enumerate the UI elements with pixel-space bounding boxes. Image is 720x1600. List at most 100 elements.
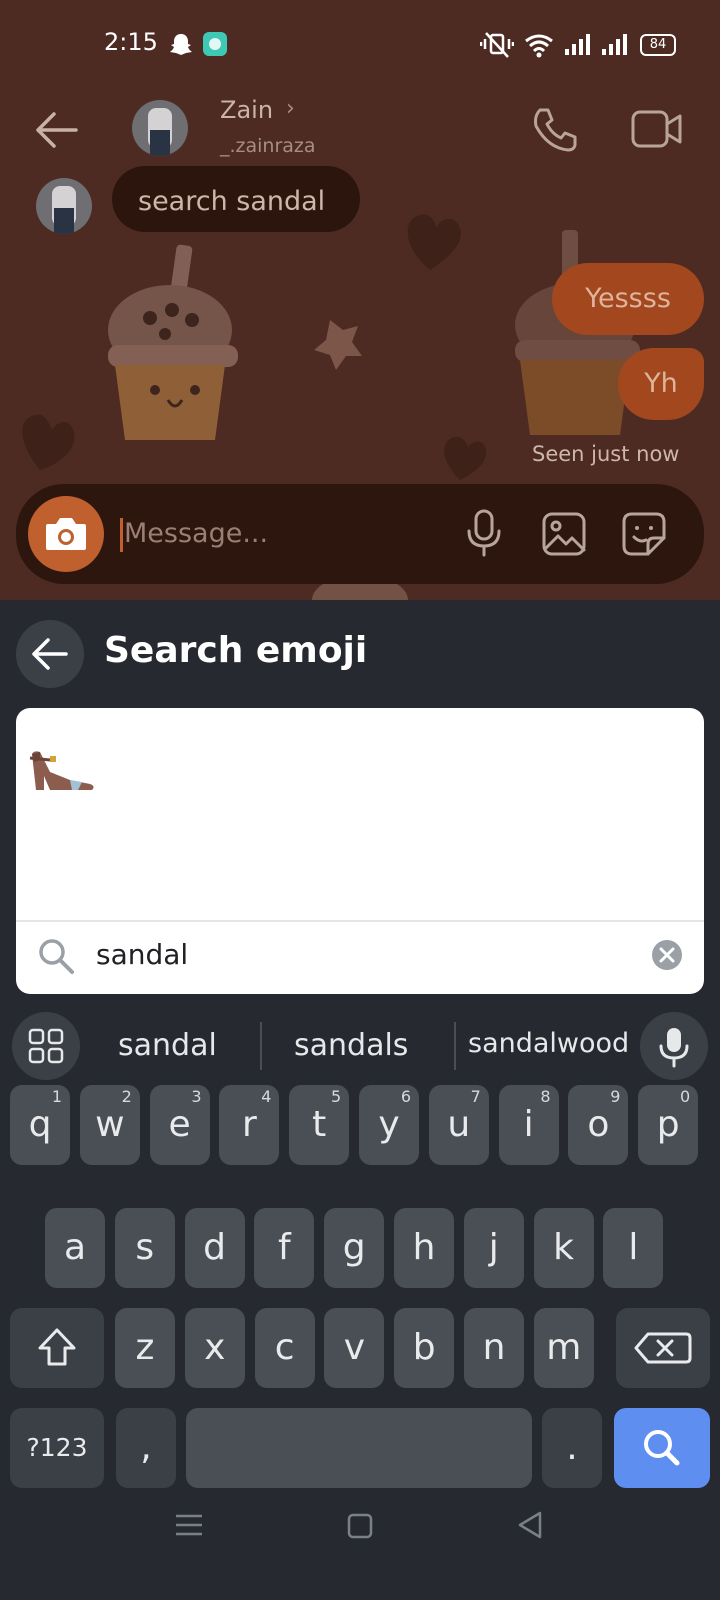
voice-input-button[interactable]	[640, 1012, 708, 1080]
results-divider	[16, 920, 704, 922]
key-label: g	[342, 1227, 366, 1268]
comma-key[interactable]: ,	[116, 1408, 176, 1488]
key-v[interactable]: v	[324, 1308, 385, 1388]
key-hint: 5	[331, 1087, 342, 1106]
emoji-search-back-button[interactable]	[16, 620, 84, 688]
key-label: v	[343, 1327, 366, 1368]
incoming-message-text: search sandal	[138, 186, 326, 217]
outgoing-message-1-text: Yessss	[585, 283, 671, 314]
home-nav-icon[interactable]	[346, 1512, 374, 1540]
contact-name[interactable]: Zain	[220, 96, 273, 124]
key-label: s	[135, 1227, 155, 1268]
key-c[interactable]: c	[254, 1308, 315, 1388]
key-hint: 0	[680, 1087, 691, 1106]
battery-indicator: 84	[640, 34, 676, 56]
key-p[interactable]: 0p	[638, 1085, 699, 1165]
menu-nav-icon[interactable]	[174, 1512, 204, 1538]
key-hint: 2	[121, 1087, 132, 1106]
incoming-message[interactable]: search sandal	[112, 166, 360, 232]
emoji-search-input[interactable]: sandal	[96, 938, 188, 971]
key-label: d	[203, 1227, 227, 1268]
key-n[interactable]: n	[464, 1308, 524, 1388]
clear-search-button[interactable]	[652, 940, 682, 970]
key-w[interactable]: 2w	[79, 1085, 140, 1165]
suggestion-2[interactable]: sandals	[294, 1028, 408, 1063]
key-d[interactable]: d	[184, 1208, 245, 1288]
key-hint: 6	[400, 1087, 411, 1106]
video-call-icon[interactable]	[630, 107, 684, 151]
key-label: z	[135, 1327, 155, 1368]
key-s[interactable]: s	[114, 1208, 175, 1288]
key-z[interactable]: z	[115, 1308, 175, 1388]
key-a[interactable]: a	[45, 1208, 105, 1288]
comma-key-label: ,	[140, 1427, 152, 1468]
period-key-label: .	[566, 1427, 578, 1468]
grid-icon	[28, 1028, 64, 1064]
key-x[interactable]: x	[184, 1308, 245, 1388]
key-o[interactable]: 9o	[568, 1085, 629, 1165]
message-sender-avatar	[36, 178, 92, 234]
key-label: h	[412, 1227, 436, 1268]
key-y[interactable]: 6y	[359, 1085, 419, 1165]
key-label: f	[278, 1227, 291, 1268]
sticker-icon[interactable]	[620, 510, 668, 558]
key-e[interactable]: 3e	[149, 1085, 210, 1165]
key-k[interactable]: k	[533, 1208, 594, 1288]
chevron-right-icon: ›	[286, 96, 295, 121]
contact-username: _.zainraza	[220, 135, 316, 157]
signal-icon-2	[602, 34, 627, 55]
backspace-key[interactable]	[616, 1308, 710, 1388]
key-hint: 7	[470, 1087, 481, 1106]
suggestion-1[interactable]: sandal	[118, 1028, 217, 1063]
search-key[interactable]	[614, 1408, 710, 1488]
key-label: m	[546, 1327, 582, 1368]
message-input[interactable]: Message...	[124, 518, 268, 549]
key-b[interactable]: b	[394, 1308, 455, 1388]
shift-key[interactable]	[10, 1308, 104, 1388]
key-label: b	[412, 1327, 436, 1368]
outgoing-message-1[interactable]: Yessss	[552, 263, 704, 335]
key-i[interactable]: 8i	[498, 1085, 559, 1165]
snapchat-icon	[170, 34, 192, 55]
sandal-emoji[interactable]	[26, 748, 100, 802]
key-label: x	[204, 1327, 226, 1368]
backspace-icon	[634, 1332, 692, 1364]
back-arrow-icon	[32, 638, 68, 670]
key-g[interactable]: g	[324, 1208, 385, 1288]
microphone-icon[interactable]	[464, 508, 504, 558]
key-u[interactable]: 7u	[428, 1085, 489, 1165]
key-j[interactable]: j	[463, 1208, 524, 1288]
camera-button[interactable]	[28, 496, 104, 572]
status-time: 2:15	[104, 28, 158, 56]
apps-grid-button[interactable]	[12, 1012, 80, 1080]
key-hint: 1	[51, 1087, 62, 1106]
key-l[interactable]: l	[603, 1208, 664, 1288]
back-arrow-icon[interactable]	[32, 110, 82, 150]
key-r[interactable]: 4r	[219, 1085, 280, 1165]
key-hint: 4	[261, 1087, 272, 1106]
key-hint: 9	[610, 1087, 621, 1106]
key-label: l	[628, 1227, 639, 1268]
back-nav-icon[interactable]	[516, 1510, 546, 1540]
chat-area: 2:15 84 Zain › _.zainraza search sandal …	[0, 0, 720, 600]
key-q[interactable]: 1q	[10, 1085, 70, 1165]
period-key[interactable]: .	[542, 1408, 602, 1488]
suggestion-3[interactable]: sandalwood	[468, 1028, 629, 1059]
contact-avatar[interactable]	[132, 100, 188, 156]
camera-icon	[46, 518, 86, 550]
suggestion-divider	[260, 1022, 262, 1070]
gallery-icon[interactable]	[540, 510, 588, 558]
key-f[interactable]: f	[254, 1208, 315, 1288]
keyboard-panel: Search emoji sandal sandal sandals sanda…	[0, 600, 720, 1600]
emoji-results-card: sandal	[16, 708, 704, 994]
phone-icon[interactable]	[530, 104, 580, 154]
key-h[interactable]: h	[394, 1208, 454, 1288]
space-key[interactable]	[186, 1408, 532, 1488]
key-t[interactable]: 5t	[289, 1085, 350, 1165]
search-icon	[39, 939, 74, 974]
symbols-key[interactable]: ?123	[10, 1408, 104, 1488]
app-notification-icon	[203, 32, 227, 56]
symbols-key-label: ?123	[26, 1433, 88, 1462]
outgoing-message-2[interactable]: Yh	[618, 348, 704, 420]
key-m[interactable]: m	[533, 1308, 594, 1388]
